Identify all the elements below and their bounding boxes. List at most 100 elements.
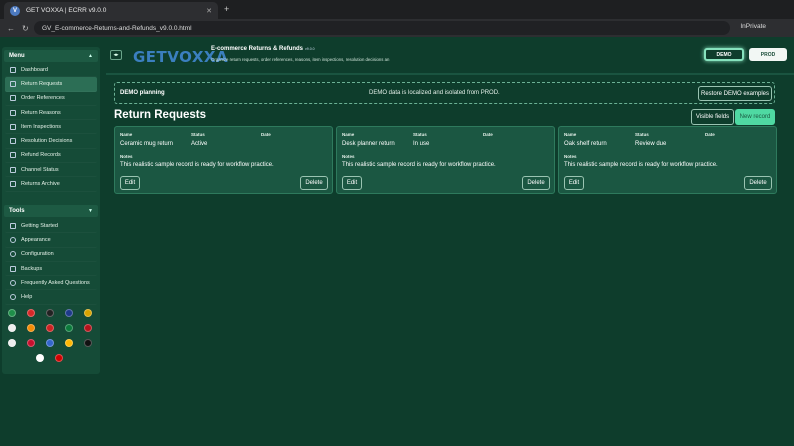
list-icon: [10, 123, 16, 130]
edit-button[interactable]: Edit: [564, 176, 584, 190]
back-icon[interactable]: ←: [7, 24, 15, 33]
menu-section-header[interactable]: Menu ▲: [4, 50, 98, 62]
app-version: v9.0.0: [305, 47, 315, 51]
menu-section-label: Menu: [9, 53, 25, 59]
list-icon: [10, 80, 16, 87]
sidebar-item-returns-archive[interactable]: Returns Archive: [5, 177, 97, 191]
list-icon: [10, 166, 16, 173]
header-divider: [106, 73, 794, 75]
sidebar-item-label: Refund Records: [21, 152, 61, 159]
sidebar-item-return-requests[interactable]: Return Requests: [5, 77, 97, 92]
sidebar-toggle-button[interactable]: ◂▸: [110, 50, 122, 60]
visible-fields-button[interactable]: Visible fields: [691, 109, 734, 125]
list-icon: [10, 152, 16, 159]
sidebar-item-label: Configuration: [21, 251, 54, 258]
list-icon: [10, 109, 16, 116]
language-flag-icon[interactable]: [55, 354, 63, 362]
language-flag-icon[interactable]: [84, 309, 92, 317]
demo-banner: DEMO planning DEMO data is localized and…: [114, 82, 775, 104]
status-label: Status: [635, 132, 649, 137]
language-flag-icon[interactable]: [46, 339, 54, 347]
restore-demo-button[interactable]: Restore DEMO examples: [698, 86, 772, 101]
delete-button[interactable]: Delete: [300, 176, 328, 190]
sidebar-item-backups[interactable]: Backups: [5, 262, 97, 276]
sidebar-item-label: Resolution Decisions: [21, 138, 73, 145]
page-title: Return Requests: [114, 109, 207, 121]
gear-icon: [10, 251, 16, 258]
language-flag-icon[interactable]: [27, 339, 35, 347]
sidebar-item-return-reasons[interactable]: Return Reasons: [5, 106, 97, 120]
sidebar-item-refund-records[interactable]: Refund Records: [5, 149, 97, 163]
record-notes: This realistic sample record is ready fo…: [564, 162, 718, 168]
notes-label: Notes: [564, 154, 577, 159]
sidebar-item-label: Backups: [21, 265, 43, 272]
language-flag-icon[interactable]: [84, 339, 92, 347]
language-flag-icon[interactable]: [27, 324, 35, 332]
sidebar-item-faq[interactable]: Frequently Asked Questions: [5, 276, 97, 290]
prod-env-button[interactable]: PROD: [749, 48, 787, 61]
collapse-down-icon[interactable]: ▼: [88, 208, 93, 214]
sidebar-item-label: Dashboard: [21, 66, 48, 73]
reload-icon[interactable]: ↻: [22, 24, 30, 33]
sidebar-item-resolution-decisions[interactable]: Resolution Decisions: [5, 134, 97, 148]
sidebar-item-label: Channel Status: [21, 166, 59, 173]
sidebar-item-help[interactable]: Help: [5, 290, 97, 304]
sidebar-item-getting-started[interactable]: Getting Started: [5, 219, 97, 233]
app-title-text: E-commerce Returns & Refunds: [211, 46, 304, 52]
tools-section-header[interactable]: Tools ▼: [4, 205, 98, 217]
app-title: E-commerce Returns & Refunds v9.0.0: [211, 46, 315, 52]
language-flag-icon[interactable]: [65, 324, 73, 332]
sidebar-item-label: Order References: [21, 95, 65, 102]
delete-button[interactable]: Delete: [744, 176, 772, 190]
delete-button[interactable]: Delete: [522, 176, 550, 190]
banner-message: DEMO data is localized and isolated from…: [369, 90, 500, 96]
record-card: Name Status Date Desk planner return In …: [336, 126, 555, 194]
language-flag-icon[interactable]: [65, 309, 73, 317]
collapse-up-icon[interactable]: ▲: [88, 53, 93, 59]
rocket-icon: [10, 222, 16, 229]
language-flag-icon[interactable]: [46, 309, 54, 317]
sidebar-item-label: Getting Started: [21, 222, 58, 229]
inprivate-badge: InPrivate: [740, 23, 766, 30]
download-icon: [10, 265, 16, 272]
tools-section-label: Tools: [9, 208, 25, 214]
language-flag-icon[interactable]: [46, 324, 54, 332]
new-tab-icon[interactable]: +: [224, 4, 229, 14]
sidebar-item-dashboard[interactable]: Dashboard: [5, 63, 97, 77]
browser-tab[interactable]: V GET VOXXA | ECRR v9.0.0 ✕: [4, 2, 218, 19]
close-icon[interactable]: ✕: [206, 7, 212, 15]
question-icon: [10, 279, 16, 286]
sidebar-item-item-inspections[interactable]: Item Inspections: [5, 120, 97, 134]
edit-button[interactable]: Edit: [342, 176, 362, 190]
demo-env-button[interactable]: DEMO: [704, 48, 744, 61]
language-flag-icon[interactable]: [8, 339, 16, 347]
sidebar-item-order-references[interactable]: Order References: [5, 92, 97, 106]
tools-list: Getting Started Appearance Configuration…: [5, 219, 97, 305]
record-name: Ceramic mug return: [120, 141, 174, 147]
record-name: Desk planner return: [342, 141, 395, 147]
dashboard-icon: [10, 66, 16, 73]
status-label: Status: [413, 132, 427, 137]
edit-button[interactable]: Edit: [120, 176, 140, 190]
sidebar-item-channel-status[interactable]: Channel Status: [5, 163, 97, 177]
tab-title: GET VOXXA | ECRR v9.0.0: [26, 7, 107, 14]
language-flag-icon[interactable]: [27, 309, 35, 317]
url-field[interactable]: GV_E-commerce-Returns-and-Refunds_v9.0.0…: [34, 21, 730, 35]
language-flag-icon[interactable]: [8, 309, 16, 317]
sidebar-item-appearance[interactable]: Appearance: [5, 233, 97, 247]
notes-label: Notes: [342, 154, 355, 159]
name-label: Name: [342, 132, 355, 137]
sidebar-item-configuration[interactable]: Configuration: [5, 248, 97, 262]
record-card: Name Status Date Ceramic mug return Acti…: [114, 126, 333, 194]
language-flag-icon[interactable]: [84, 324, 92, 332]
new-record-button[interactable]: New record: [735, 109, 775, 125]
language-flag-icon[interactable]: [36, 354, 44, 362]
record-status: Active: [191, 141, 208, 147]
palette-icon: [10, 236, 16, 243]
language-flag-icon[interactable]: [8, 324, 16, 332]
sidebar-item-label: Help: [21, 294, 33, 301]
sidebar-item-label: Item Inspections: [21, 123, 62, 130]
archive-icon: [10, 181, 16, 188]
language-flag-icon[interactable]: [65, 339, 73, 347]
menu-list: Dashboard Return Requests Order Referenc…: [5, 63, 97, 192]
